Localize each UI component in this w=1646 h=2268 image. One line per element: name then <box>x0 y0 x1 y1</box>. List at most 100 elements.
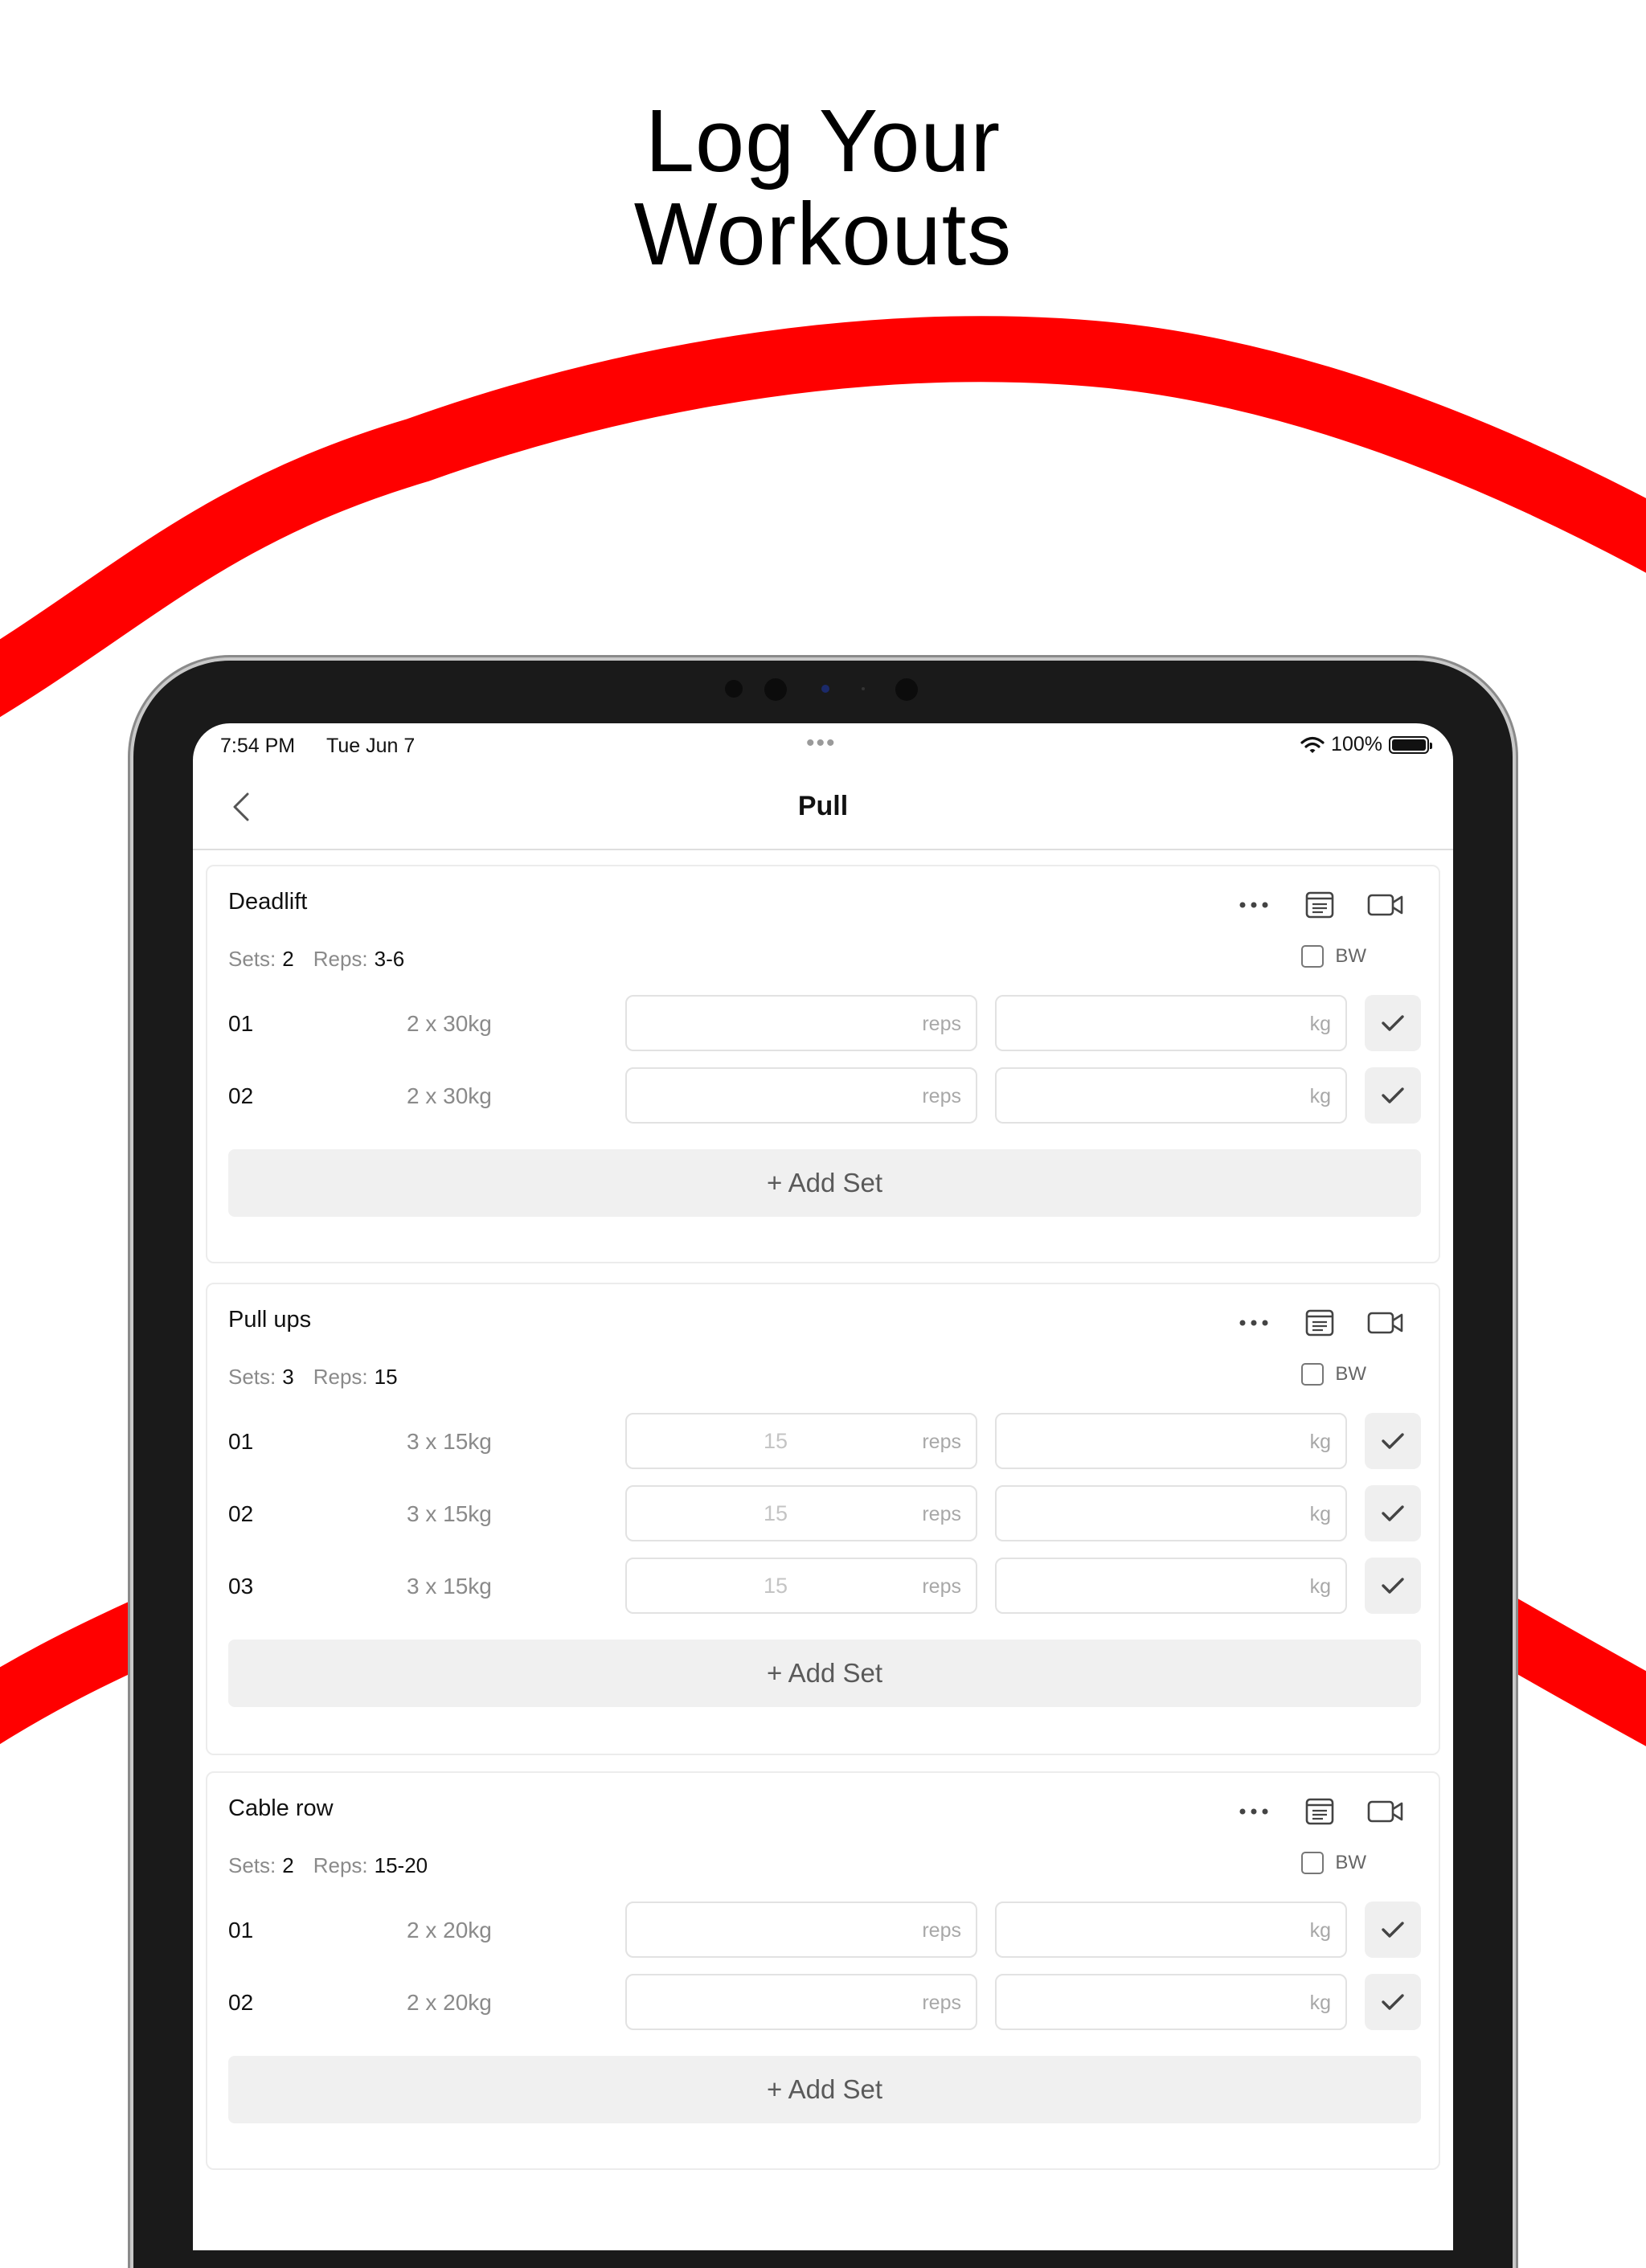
kg-placeholder: kg <box>1309 1085 1331 1107</box>
set-number: 01 <box>228 1429 254 1454</box>
set-target: 2 x 20kg <box>407 1918 492 1943</box>
set-target: 3 x 15kg <box>407 1429 492 1454</box>
bw-label: BW <box>1335 945 1366 967</box>
weight-input[interactable]: kg <box>995 1413 1347 1469</box>
reps-placeholder: reps <box>922 1503 961 1525</box>
add-set-button[interactable]: + Add Set <box>228 2056 1421 2123</box>
bw-checkbox[interactable] <box>1301 1852 1325 1874</box>
sets-label: Sets: <box>228 1853 276 1877</box>
bodyweight-toggle[interactable]: BW <box>1301 945 1366 968</box>
exercise-name: Cable row <box>228 1795 334 1821</box>
exercise-card-deadlift: Deadlift Sets: 2 Reps: 3-6 BW 01 2 x 30k… <box>206 865 1440 1263</box>
sets-value: 3 <box>282 1365 294 1389</box>
reps-input[interactable]: 15 reps <box>625 1558 977 1614</box>
sets-label: Sets: <box>228 1365 276 1389</box>
reps-label: Reps: <box>313 947 368 971</box>
notes-icon[interactable] <box>1299 1795 1341 1828</box>
add-set-button[interactable]: + Add Set <box>228 1640 1421 1707</box>
reps-placeholder: reps <box>922 1013 961 1035</box>
complete-set-button[interactable] <box>1365 995 1421 1051</box>
checkmark-icon <box>1382 1922 1404 1938</box>
exercise-actions <box>1233 1307 1406 1339</box>
reps-value: 15 <box>764 1429 788 1453</box>
sensor-3 <box>862 687 865 690</box>
checkmark-icon <box>1382 1015 1404 1031</box>
video-camera-icon[interactable] <box>1365 889 1406 921</box>
battery-icon <box>1389 735 1432 754</box>
headline: Log Your Workouts <box>0 95 1646 281</box>
bw-label: BW <box>1335 1363 1366 1385</box>
weight-input[interactable]: kg <box>995 1974 1347 2030</box>
bodyweight-toggle[interactable]: BW <box>1301 1363 1366 1386</box>
page-title: Pull <box>797 791 849 821</box>
bw-checkbox[interactable] <box>1301 945 1325 968</box>
video-camera-icon[interactable] <box>1365 1795 1406 1828</box>
status-right: 100% <box>1300 733 1432 756</box>
checkmark-icon <box>1382 1994 1404 2010</box>
set-row: 02 3 x 15kg 15 reps kg <box>228 1485 1421 1541</box>
more-options-icon[interactable] <box>1233 1307 1275 1339</box>
weight-input[interactable]: kg <box>995 1485 1347 1541</box>
complete-set-button[interactable] <box>1365 1974 1421 2030</box>
status-time: 7:54 PM <box>220 735 296 757</box>
checkmark-icon <box>1382 1505 1404 1521</box>
set-number: 02 <box>228 1990 254 2015</box>
kg-placeholder: kg <box>1309 1919 1331 1942</box>
complete-set-button[interactable] <box>1365 1067 1421 1124</box>
reps-label: Reps: <box>313 1853 368 1877</box>
set-number: 02 <box>228 1083 254 1108</box>
set-number: 01 <box>228 1011 254 1036</box>
sensor-4 <box>895 678 918 701</box>
more-options-icon[interactable] <box>1233 889 1275 921</box>
headline-line-1: Log Your <box>645 92 1001 190</box>
wifi-icon <box>1300 736 1325 753</box>
weight-input[interactable]: kg <box>995 1067 1347 1124</box>
notes-icon[interactable] <box>1299 889 1341 921</box>
kg-placeholder: kg <box>1309 1575 1331 1598</box>
complete-set-button[interactable] <box>1365 1558 1421 1614</box>
reps-input[interactable]: reps <box>625 1902 977 1958</box>
complete-set-button[interactable] <box>1365 1485 1421 1541</box>
multitasking-dots-icon[interactable]: ••• <box>806 730 837 757</box>
set-target: 2 x 20kg <box>407 1990 492 2015</box>
sets-label: Sets: <box>228 947 276 971</box>
exercise-actions <box>1233 1795 1406 1828</box>
complete-set-button[interactable] <box>1365 1413 1421 1469</box>
checkmark-icon <box>1382 1087 1404 1103</box>
video-camera-icon[interactable] <box>1365 1307 1406 1339</box>
bw-label: BW <box>1335 1852 1366 1873</box>
notes-icon[interactable] <box>1299 1307 1341 1339</box>
set-row: 01 2 x 20kg reps kg <box>228 1902 1421 1958</box>
bodyweight-toggle[interactable]: BW <box>1301 1852 1366 1874</box>
reps-placeholder: reps <box>922 1431 961 1453</box>
bw-checkbox[interactable] <box>1301 1363 1325 1386</box>
sets-reps-summary: Sets: 2 Reps: 15-20 <box>228 1853 447 1878</box>
reps-value: 15-20 <box>374 1853 428 1877</box>
weight-input[interactable]: kg <box>995 1558 1347 1614</box>
reps-input[interactable]: reps <box>625 995 977 1051</box>
set-row: 02 2 x 30kg reps kg <box>228 1067 1421 1124</box>
reps-value: 15 <box>374 1365 398 1389</box>
weight-input[interactable]: kg <box>995 995 1347 1051</box>
reps-input[interactable]: 15 reps <box>625 1485 977 1541</box>
set-target: 3 x 15kg <box>407 1574 492 1599</box>
reps-input[interactable]: reps <box>625 1974 977 2030</box>
sets-reps-summary: Sets: 3 Reps: 15 <box>228 1365 417 1390</box>
set-row: 01 3 x 15kg 15 reps kg <box>228 1413 1421 1469</box>
reps-input[interactable]: 15 reps <box>625 1413 977 1469</box>
kg-placeholder: kg <box>1309 1503 1331 1525</box>
reps-label: Reps: <box>313 1365 368 1389</box>
reps-input[interactable]: reps <box>625 1067 977 1124</box>
add-set-button[interactable]: + Add Set <box>228 1149 1421 1217</box>
app-screen: 7:54 PM Tue Jun 7 ••• 100% Pull Deadlift <box>193 723 1453 2250</box>
navigation-bar: Pull <box>193 767 1453 850</box>
more-options-icon[interactable] <box>1233 1795 1275 1828</box>
weight-input[interactable]: kg <box>995 1902 1347 1958</box>
reps-placeholder: reps <box>922 1992 961 2014</box>
set-row: 01 2 x 30kg reps kg <box>228 995 1421 1051</box>
set-number: 01 <box>228 1918 254 1943</box>
set-row: 03 3 x 15kg 15 reps kg <box>228 1558 1421 1614</box>
exercise-name: Pull ups <box>228 1307 312 1333</box>
exercise-card-cable-row: Cable row Sets: 2 Reps: 15-20 BW 01 2 x … <box>206 1771 1440 2170</box>
complete-set-button[interactable] <box>1365 1902 1421 1958</box>
